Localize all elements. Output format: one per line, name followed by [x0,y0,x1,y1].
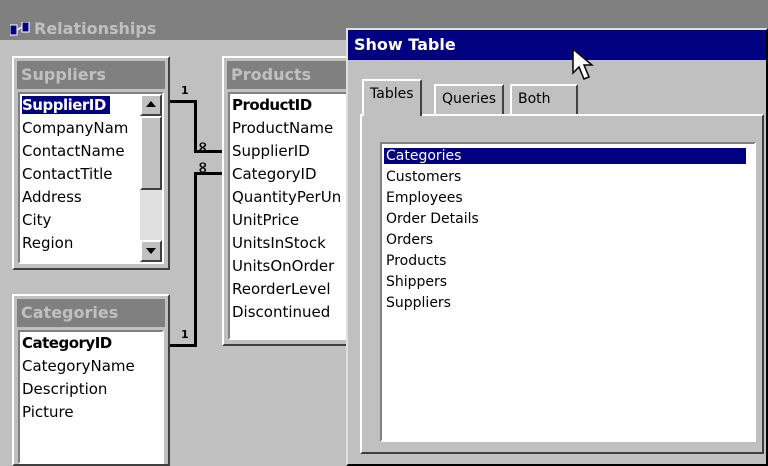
show-table-title[interactable]: Show Table [348,30,766,60]
mouse-pointer-icon [572,48,594,80]
categories-caption[interactable]: Categories [17,299,165,327]
field-supplierid-fk[interactable]: SupplierID [232,142,310,160]
list-item-employees[interactable]: Employees [386,190,463,206]
rel-line-segment [194,172,197,347]
products-field-list[interactable]: Products ProductID ProductName SupplierI… [222,56,362,346]
field-productid[interactable]: ProductID [232,96,312,114]
field-unitsinstock[interactable]: UnitsInStock [232,234,326,252]
list-item-categories[interactable]: Categories [383,147,747,165]
field-reorderlevel[interactable]: ReorderLevel [232,280,331,298]
field-description[interactable]: Description [22,380,107,398]
list-item-customers[interactable]: Customers [386,169,461,185]
tab-queries[interactable]: Queries [434,84,505,114]
field-categoryid[interactable]: CategoryID [22,334,112,352]
list-item-order-details[interactable]: Order Details [386,211,479,227]
scroll-up-button[interactable] [140,94,162,116]
tables-listbox[interactable]: Categories Customers Employees Order Det… [380,142,756,442]
field-unitprice[interactable]: UnitPrice [232,211,299,229]
list-item-products[interactable]: Products [386,253,446,269]
arrow-up-icon [146,101,156,107]
products-caption[interactable]: Products [227,61,357,89]
rel-line-segment [170,344,196,347]
suppliers-fields: SupplierID CompanyNam ContactName Contac… [18,92,164,264]
relationships-icon [10,22,30,36]
many-side-label: ∞ [194,140,214,155]
field-quantityperunit[interactable]: QuantityPerUn [232,188,341,206]
list-item-orders[interactable]: Orders [386,232,433,248]
field-discontinued[interactable]: Discontinued [232,303,330,321]
rel-line-segment [170,100,196,103]
field-address[interactable]: Address [22,188,82,206]
tab-both[interactable]: Both [510,84,578,114]
show-table-dialog: Show Table Tables Queries Both Categorie… [346,28,768,466]
field-companyname[interactable]: CompanyNam [22,119,128,137]
field-supplierid[interactable]: SupplierID [22,96,110,114]
field-categoryid-fk[interactable]: CategoryID [232,165,317,183]
field-city[interactable]: City [22,211,51,229]
one-side-label: 1 [181,328,189,341]
one-side-label: 1 [181,84,189,97]
suppliers-caption[interactable]: Suppliers [17,61,165,89]
list-item-shippers[interactable]: Shippers [386,274,447,290]
suppliers-field-list[interactable]: Suppliers SupplierID CompanyNam ContactN… [12,56,170,270]
products-fields: ProductID ProductName SupplierID Categor… [228,92,360,340]
field-unitsonorder[interactable]: UnitsOnOrder [232,257,334,275]
tab-tables[interactable]: Tables [362,79,422,116]
field-region[interactable]: Region [22,234,73,252]
field-contactname[interactable]: ContactName [22,142,125,160]
suppliers-scrollbar[interactable] [140,94,162,262]
categories-field-list[interactable]: Categories CategoryID CategoryName Descr… [12,294,170,466]
scroll-thumb[interactable] [140,116,162,190]
field-productname[interactable]: ProductName [232,119,333,137]
field-picture[interactable]: Picture [22,403,74,421]
app-root: Relationships Suppliers SupplierID Compa… [0,0,768,466]
list-item-suppliers[interactable]: Suppliers [386,295,451,311]
arrow-down-icon [146,248,156,254]
many-side-label: ∞ [194,160,214,175]
scroll-down-button[interactable] [140,240,162,262]
relationships-title: Relationships [34,19,157,38]
field-categoryname[interactable]: CategoryName [22,357,135,375]
field-contacttitle[interactable]: ContactTitle [22,165,113,183]
categories-fields: CategoryID CategoryName Description Pict… [18,330,164,464]
